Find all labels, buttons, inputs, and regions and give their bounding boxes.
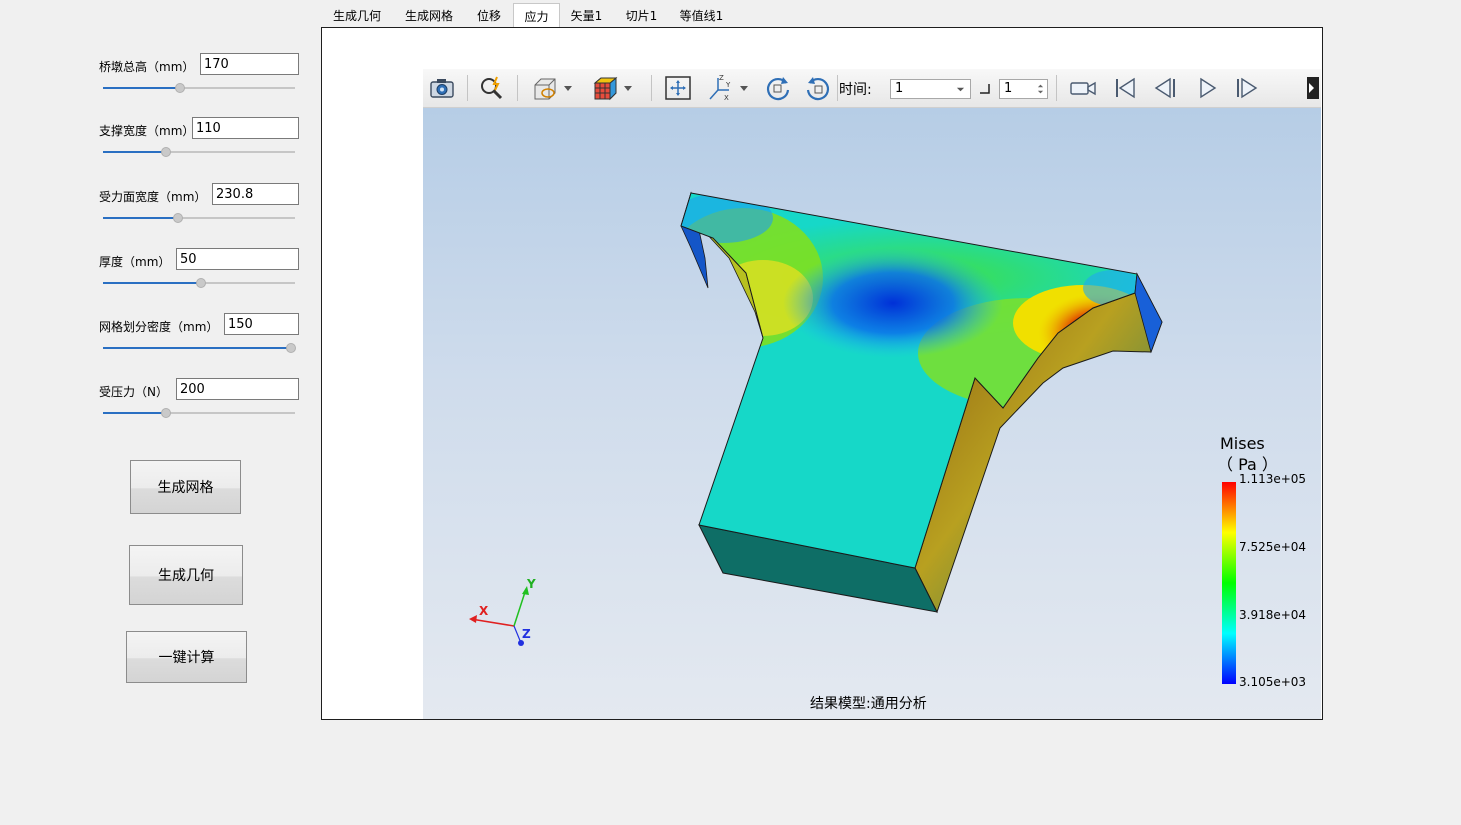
chevron-down-icon[interactable] [621, 73, 635, 103]
axis-y-label: Y [527, 577, 536, 591]
skip-first-icon[interactable] [1110, 73, 1140, 103]
time-select-value: 1 [895, 81, 904, 96]
legend-mid-high: 7.525e+04 [1239, 540, 1307, 554]
viewer-toolbar: ZYX 时间: 1 1 [423, 69, 1321, 108]
play-icon[interactable] [1192, 73, 1222, 103]
legend-color-bar [1222, 482, 1236, 684]
toolbar-overflow-icon[interactable] [1307, 77, 1319, 99]
legend-max: 1.113e+05 [1239, 472, 1307, 486]
tab-mesh[interactable]: 生成网格 [398, 3, 460, 27]
step-spinbox[interactable]: 1 [999, 79, 1048, 99]
step-forward-icon[interactable] [1232, 73, 1262, 103]
tab-displacement[interactable]: 位移 [470, 3, 508, 27]
compute-button[interactable]: 一键计算 [126, 631, 247, 683]
chevron-down-icon[interactable] [561, 73, 575, 103]
axis-z-label: Z [522, 627, 531, 641]
axes-orientation-icon[interactable]: ZYX [705, 73, 735, 103]
tab-contour[interactable]: 等值线1 [674, 3, 729, 27]
mesh-density-slider[interactable] [103, 343, 297, 353]
pressure-slider[interactable] [103, 408, 295, 418]
tab-geometry[interactable]: 生成几何 [327, 3, 387, 27]
axis-x-label: X [479, 604, 489, 618]
param-label-height: 桥墩总高（mm） [99, 60, 195, 74]
svg-text:Z: Z [719, 74, 724, 82]
fit-view-icon[interactable] [663, 73, 693, 103]
rotate-cw-icon[interactable] [763, 73, 793, 103]
height-input[interactable] [200, 53, 299, 75]
snapshot-camera-icon[interactable] [427, 73, 457, 103]
tab-slice[interactable]: 切片1 [620, 3, 663, 27]
display-style-icon[interactable] [531, 73, 561, 103]
svg-text:X: X [724, 94, 729, 102]
load-width-slider[interactable] [103, 213, 295, 223]
pressure-input[interactable] [176, 378, 299, 400]
stress-model [469, 191, 1236, 684]
support-width-slider[interactable] [103, 147, 295, 157]
param-label-load-width: 受力面宽度（mm） [99, 190, 207, 204]
svg-text:Y: Y [725, 81, 731, 89]
param-label-mesh-density: 网格划分密度（mm） [99, 320, 219, 334]
step-spinbox-value: 1 [1004, 81, 1013, 96]
stress-viewport[interactable]: X Y Z Mises （ Pa ） 1.113e+05 7.525e+04 3… [423, 108, 1321, 719]
legend-min: 3.105e+03 [1239, 675, 1307, 689]
thickness-slider[interactable] [103, 278, 295, 288]
load-width-input[interactable] [212, 183, 299, 205]
time-select[interactable]: 1 [890, 79, 971, 99]
color-cube-icon[interactable] [590, 73, 620, 103]
thickness-input[interactable] [176, 248, 299, 270]
video-record-icon[interactable] [1068, 73, 1098, 103]
param-label-pressure: 受压力（N） [99, 385, 168, 399]
time-label: 时间: [839, 82, 872, 98]
tab-vector[interactable]: 矢量1 [565, 3, 608, 27]
param-label-thickness: 厚度（mm） [99, 255, 171, 269]
support-width-input[interactable] [192, 117, 299, 139]
param-label-support-width: 支撑宽度（mm） [99, 124, 195, 138]
zoom-magnifier-icon[interactable] [477, 73, 507, 103]
axis-triad [469, 586, 529, 646]
tab-stress[interactable]: 应力 [513, 3, 560, 27]
mesh-density-input[interactable] [224, 313, 299, 335]
legend-mid-low: 3.918e+04 [1239, 608, 1307, 622]
step-back-icon[interactable] [1150, 73, 1180, 103]
step-corner-icon [980, 84, 990, 94]
rotate-ccw-icon[interactable] [803, 73, 833, 103]
generate-geometry-button[interactable]: 生成几何 [129, 545, 243, 605]
result-model-caption: 结果模型:通用分析 [810, 696, 927, 712]
generate-mesh-button[interactable]: 生成网格 [130, 460, 241, 514]
chevron-down-icon[interactable] [737, 73, 751, 103]
height-slider[interactable] [103, 83, 295, 93]
